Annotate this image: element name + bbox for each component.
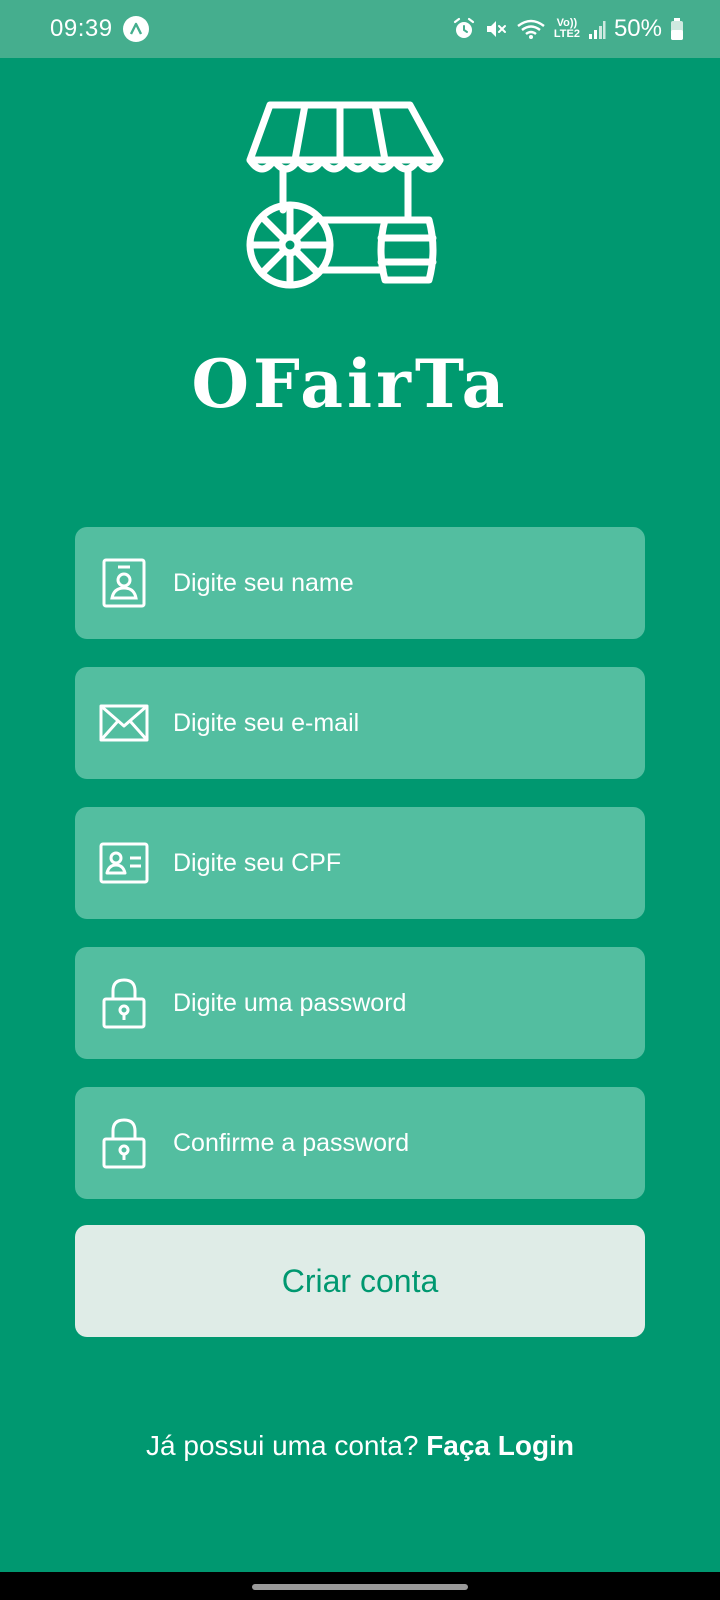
status-bar: 09:39 Vo)) LTE2 50% xyxy=(0,0,720,58)
status-time: 09:39 xyxy=(50,15,113,42)
password-field[interactable] xyxy=(75,947,645,1059)
user-badge-icon xyxy=(99,558,149,608)
mute-icon xyxy=(486,21,506,37)
confirm-password-input[interactable] xyxy=(173,1087,625,1199)
home-gesture-handle[interactable] xyxy=(252,1584,468,1590)
id-card-icon xyxy=(99,838,149,888)
cpf-input[interactable] xyxy=(173,807,625,919)
email-field[interactable] xyxy=(75,667,645,779)
envelope-icon xyxy=(99,698,149,748)
market-cart-icon xyxy=(246,101,444,289)
system-nav-bar xyxy=(0,1572,720,1600)
name-input[interactable] xyxy=(173,527,625,639)
signal-icon xyxy=(588,21,606,39)
login-link[interactable]: Faça Login xyxy=(426,1430,574,1461)
network-label-bottom: LTE2 xyxy=(553,28,580,40)
name-field[interactable] xyxy=(75,527,645,639)
login-prompt: Já possui uma conta? Faça Login xyxy=(0,1430,720,1462)
app-notification-icon xyxy=(122,16,149,42)
signup-form: Criar conta xyxy=(75,527,645,1337)
alarm-icon xyxy=(453,17,474,38)
password-input[interactable] xyxy=(173,947,625,1059)
battery-percent: 50% xyxy=(613,15,662,42)
volte-lte2-icon: Vo)) LTE2 xyxy=(554,18,580,40)
login-prompt-text: Já possui uma conta? xyxy=(146,1430,427,1461)
cpf-field[interactable] xyxy=(75,807,645,919)
lock-icon xyxy=(99,978,149,1029)
email-input[interactable] xyxy=(173,667,625,779)
wifi-icon xyxy=(517,19,545,39)
lock-icon xyxy=(99,1118,149,1169)
confirm-password-field[interactable] xyxy=(75,1087,645,1199)
battery-icon xyxy=(671,18,683,40)
status-left: 09:39 xyxy=(50,15,149,43)
status-right: Vo)) LTE2 50% xyxy=(452,15,684,43)
app-logo: OFairTa xyxy=(150,90,550,430)
app-logo-text: OFairTa xyxy=(191,345,509,423)
create-account-button[interactable]: Criar conta xyxy=(75,1225,645,1337)
